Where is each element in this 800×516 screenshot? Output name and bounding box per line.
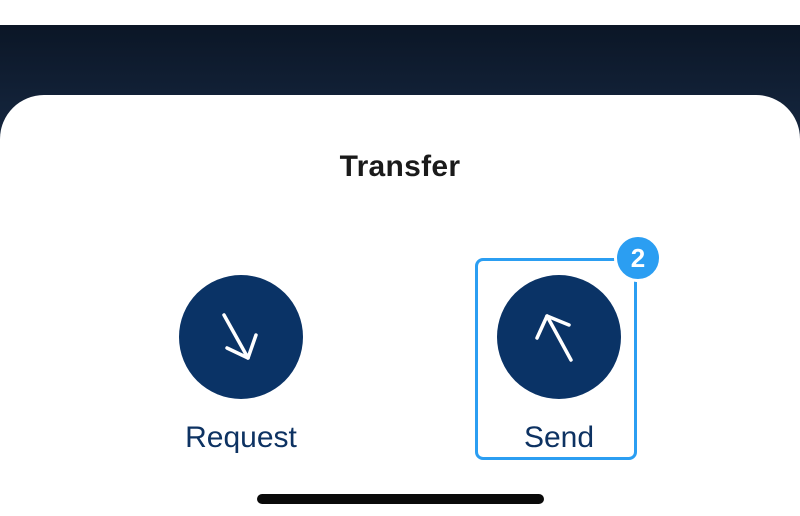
request-label: Request bbox=[185, 421, 297, 454]
status-bar-area bbox=[0, 0, 800, 25]
step-badge: 2 bbox=[614, 234, 662, 282]
sheet-title: Transfer bbox=[339, 150, 461, 183]
request-icon-circle bbox=[179, 275, 303, 399]
send-highlight-box bbox=[475, 258, 637, 460]
request-button[interactable]: Request bbox=[179, 275, 303, 455]
arrow-down-right-icon bbox=[222, 313, 258, 360]
home-indicator[interactable] bbox=[257, 494, 544, 504]
